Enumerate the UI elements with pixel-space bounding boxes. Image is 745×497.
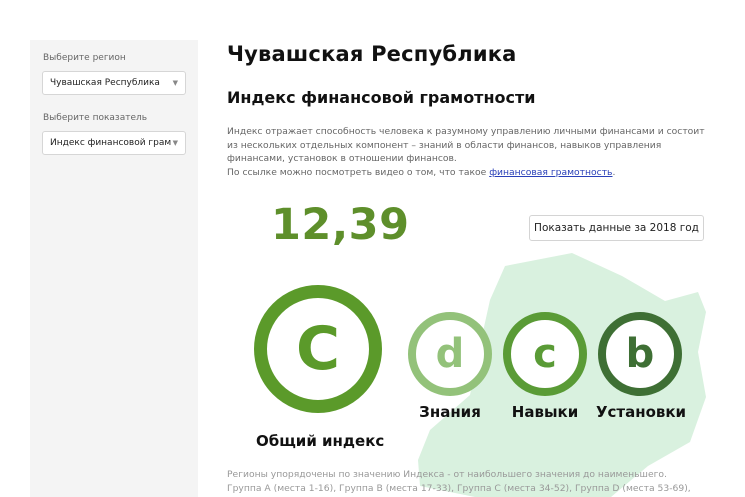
indicator-select-value: Индекс финансовой грам (50, 138, 172, 148)
attitudes-grade-label: Установки (595, 403, 687, 421)
overall-grade-badge: C (254, 285, 382, 413)
region-select-value: Чувашская Республика (50, 78, 160, 88)
chevron-down-icon: ▼ (172, 79, 178, 87)
description-link-suffix: . (612, 166, 616, 178)
knowledge-grade-badge: d (408, 312, 492, 396)
indicator-select[interactable]: Индекс финансовой грам ▼ (42, 131, 186, 155)
sidebar: Выберите регион Чувашская Республика ▼ В… (30, 40, 198, 497)
description: Индекс отражает способность человека к р… (227, 125, 707, 179)
description-text: Индекс отражает способность человека к р… (227, 126, 705, 164)
indicator-select-label: Выберите показатель (43, 113, 148, 123)
overall-grade-label: Общий индекс (256, 432, 385, 450)
footer-note: Регионы упорядочены по значению Индекса … (227, 469, 691, 497)
knowledge-grade-label: Знания (419, 403, 481, 421)
skills-grade-badge: c (503, 312, 587, 396)
index-value: 12,39 (271, 200, 410, 250)
show-2018-data-button[interactable]: Показать данные за 2018 год (529, 215, 704, 241)
skills-grade-label: Навыки (511, 403, 579, 421)
region-select-label: Выберите регион (43, 53, 126, 63)
section-title: Индекс финансовой грамотности (227, 88, 536, 107)
region-select[interactable]: Чувашская Республика ▼ (42, 71, 186, 95)
financial-literacy-link[interactable]: финансовая грамотность (489, 167, 612, 178)
description-link-prefix: По ссылке можно посмотреть видео о том, … (227, 166, 490, 178)
chevron-down-icon: ▼ (172, 139, 178, 147)
attitudes-grade-badge: b (598, 312, 682, 396)
page-title: Чувашская Республика (227, 42, 517, 66)
